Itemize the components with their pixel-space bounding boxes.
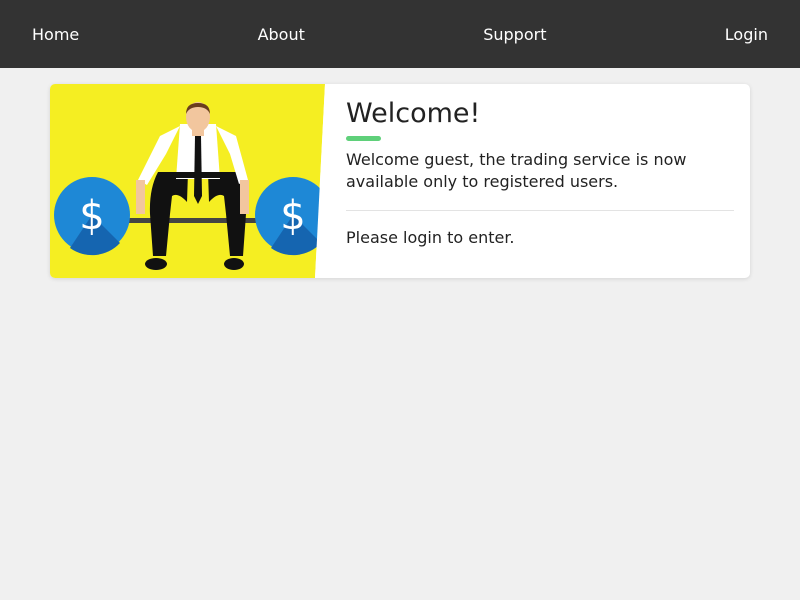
top-navbar: Home About Support Login xyxy=(0,0,800,68)
barbell-bar xyxy=(120,218,270,223)
welcome-message: Welcome guest, the trading service is no… xyxy=(346,150,687,191)
nav-login-link[interactable]: Login xyxy=(725,25,768,44)
welcome-content: Welcome! Welcome guest, the trading serv… xyxy=(346,84,734,249)
svg-text:$: $ xyxy=(280,193,305,239)
weightlifter-illustration: $ $ xyxy=(50,84,330,278)
content-divider xyxy=(346,210,734,211)
svg-text:$: $ xyxy=(79,193,104,239)
nav-about-link[interactable]: About xyxy=(258,25,305,44)
welcome-title: Welcome! xyxy=(346,98,481,129)
welcome-card: $ $ Welcome! Welcome guest, the trading … xyxy=(50,84,750,278)
title-accent-bar xyxy=(346,136,381,141)
nav-home-link[interactable]: Home xyxy=(32,25,79,44)
nav-support-link[interactable]: Support xyxy=(483,25,546,44)
login-prompt: Please login to enter. xyxy=(346,228,515,247)
